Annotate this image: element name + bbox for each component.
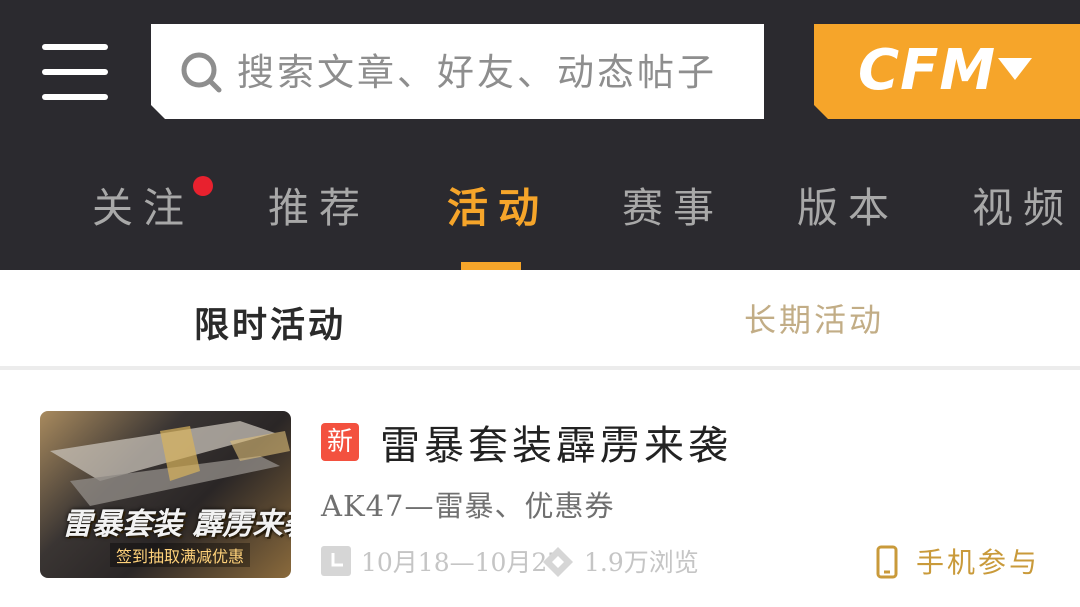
notification-dot [193, 176, 213, 196]
activity-date-range: 10月18—10月27 [361, 548, 564, 577]
game-selector-label: CFM [858, 38, 997, 103]
new-badge: 新 [321, 423, 359, 461]
search-input[interactable] [235, 24, 739, 121]
activity-title[interactable]: 雷暴套装霹雳来袭 [380, 413, 732, 471]
clock-icon [321, 546, 351, 576]
menu-icon-bar [42, 94, 108, 100]
menu-icon-bar [42, 69, 108, 75]
menu-icon-bar [42, 44, 108, 50]
activity-description: AK47—雷暴、优惠券 [321, 489, 615, 523]
subtab-limited-time[interactable]: 限时活动 [194, 297, 346, 348]
tab-video[interactable]: 视频 [972, 174, 1074, 234]
diamond-icon [543, 547, 573, 577]
subtab-long-term[interactable]: 长期活动 [744, 295, 884, 341]
activity-views: 1.9万浏览 [584, 548, 699, 577]
activity-subtabs: 限时活动 长期活动 [0, 270, 1080, 366]
dropdown-caret-icon [998, 58, 1032, 82]
search-icon [179, 50, 223, 94]
tab-events[interactable]: 赛事 [622, 174, 724, 234]
tab-version[interactable]: 版本 [797, 174, 899, 234]
mobile-participate-button[interactable]: 手机参与 [916, 541, 1040, 581]
phone-icon [876, 545, 898, 579]
menu-button[interactable] [42, 44, 110, 100]
tab-activities[interactable]: 活动 [447, 174, 549, 234]
thumbnail-subtitle: 签到抽取满减优惠 [110, 543, 251, 567]
category-tabs: 关注 推荐 活动 赛事 版本 视频 [0, 150, 1080, 270]
tab-recommended[interactable]: 推荐 [268, 174, 370, 234]
activity-thumbnail[interactable]: 雷暴套装 霹雳来袭 签到抽取满减优惠 [40, 411, 291, 578]
thumbnail-title: 雷暴套装 霹雳来袭 [62, 507, 291, 542]
tab-follow[interactable]: 关注 [92, 174, 194, 234]
game-selector-button[interactable]: CFM [814, 24, 1080, 119]
search-bar[interactable] [151, 24, 764, 119]
app-header: CFM 关注 推荐 活动 赛事 版本 视频 [0, 0, 1080, 270]
active-tab-indicator [461, 262, 521, 270]
activity-card[interactable]: 雷暴套装 霹雳来袭 签到抽取满减优惠 新 雷暴套装霹雳来袭 AK47—雷暴、优惠… [0, 370, 1080, 607]
